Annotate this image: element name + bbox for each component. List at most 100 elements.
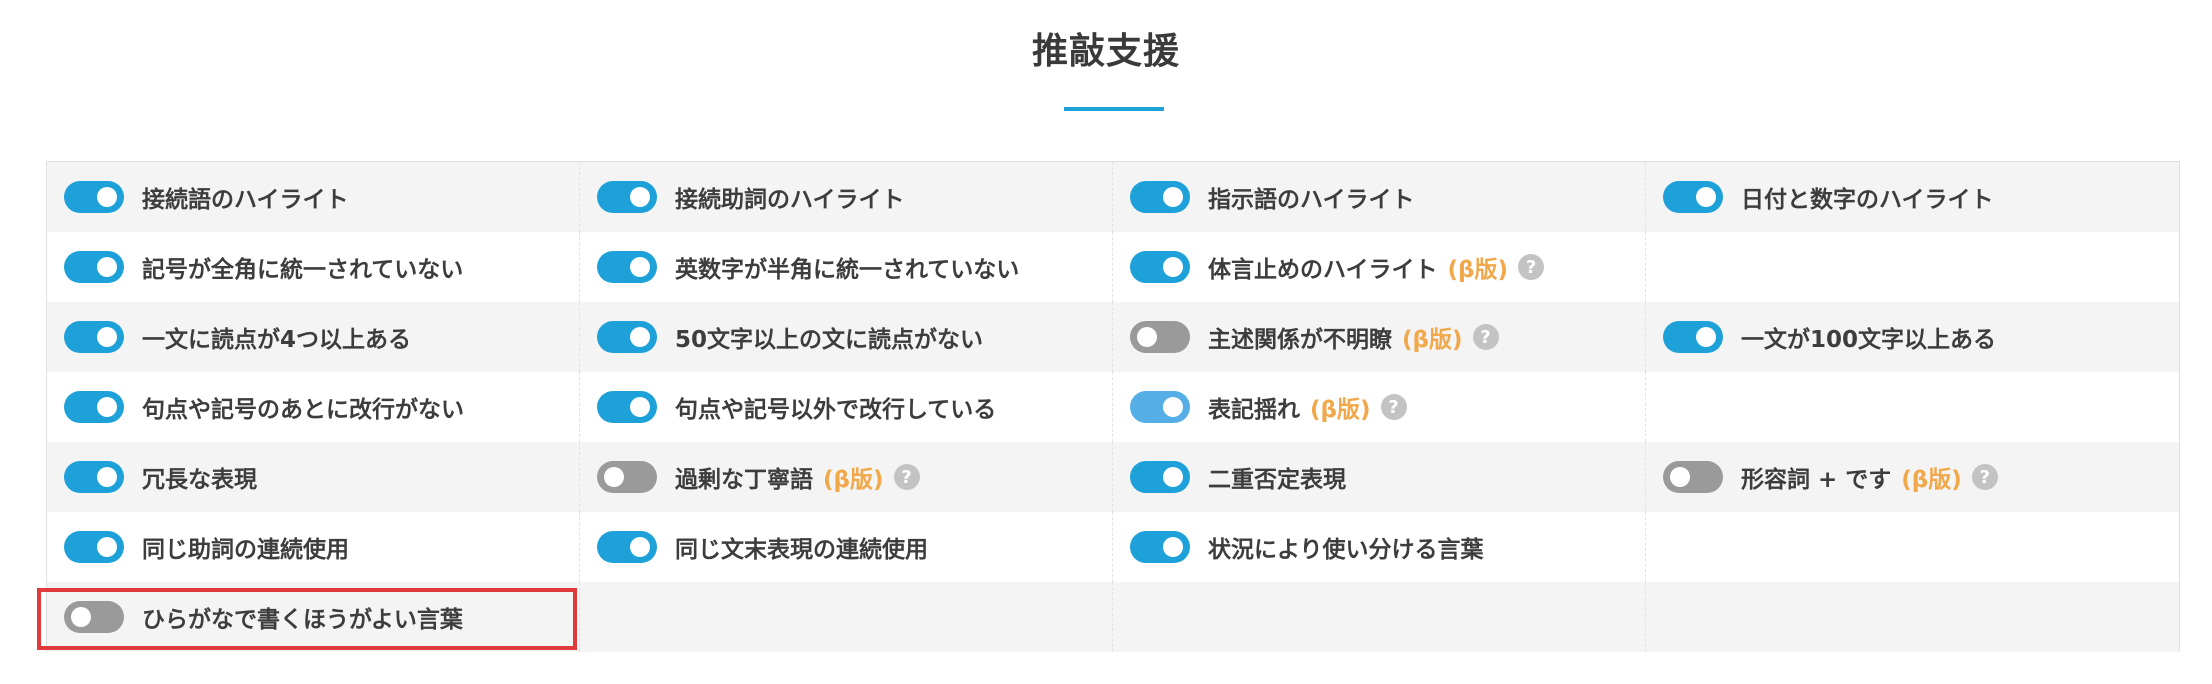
beta-badge: (β版)	[823, 467, 884, 493]
setting-item: 過剰な丁寧語 (β版)?	[580, 442, 1113, 512]
toggle-switch[interactable]	[64, 531, 124, 563]
empty-cell	[1646, 232, 2179, 302]
help-icon[interactable]: ?	[1971, 464, 1998, 490]
toggle-switch[interactable]	[597, 251, 657, 283]
setting-label: 主述関係が不明瞭	[1208, 327, 1392, 353]
empty-cell	[1646, 582, 2179, 652]
setting-item: 句点や記号以外で改行している	[580, 372, 1113, 442]
setting-label: 同じ助詞の連続使用	[142, 537, 349, 563]
setting-label: 句点や記号のあとに改行がない	[142, 397, 464, 423]
toggle-switch[interactable]	[1130, 391, 1190, 423]
setting-label: 体言止めのハイライト	[1208, 257, 1438, 283]
toggle-switch[interactable]	[597, 181, 657, 213]
toggle-knob	[97, 397, 117, 417]
toggle-knob	[630, 187, 650, 207]
beta-badge: (β版)	[1402, 327, 1463, 353]
toggle-knob	[97, 257, 117, 277]
setting-item: 句点や記号のあとに改行がない	[47, 372, 580, 442]
settings-row: 句点や記号のあとに改行がない 句点や記号以外で改行している 表記揺れ (β版)?	[47, 372, 2179, 442]
toggle-switch[interactable]	[1130, 531, 1190, 563]
help-icon[interactable]: ?	[1518, 254, 1545, 280]
toggle-switch[interactable]	[64, 181, 124, 213]
toggle-switch[interactable]	[597, 321, 657, 353]
setting-item: 英数字が半角に統一されていない	[580, 232, 1113, 302]
page-title: 推敲支援	[1031, 31, 1180, 72]
toggle-knob	[97, 467, 117, 487]
settings-row: 接続語のハイライト 接続助詞のハイライト 指示語のハイライト 日付と数字のハイライト	[47, 162, 2179, 232]
toggle-knob	[630, 537, 650, 557]
toggle-switch[interactable]	[64, 321, 124, 353]
setting-label: 接続助詞のハイライト	[675, 187, 905, 213]
settings-grid: 接続語のハイライト 接続助詞のハイライト 指示語のハイライト 日付と数字のハイライト記…	[46, 161, 2180, 652]
toggle-switch[interactable]	[597, 531, 657, 563]
toggle-knob	[1696, 327, 1716, 347]
setting-label: 記号が全角に統一されていない	[142, 257, 464, 283]
toggle-switch[interactable]	[64, 391, 124, 423]
title-underline	[1064, 107, 1164, 111]
help-icon[interactable]: ?	[1472, 324, 1499, 350]
selection-highlight	[37, 588, 577, 650]
setting-label: 状況により使い分ける言葉	[1208, 537, 1484, 563]
beta-badge: (β版)	[1310, 397, 1371, 423]
setting-item: 一文に読点が4つ以上ある	[47, 302, 580, 372]
setting-item: 記号が全角に統一されていない	[47, 232, 580, 302]
setting-item: 主述関係が不明瞭 (β版)?	[1113, 302, 1646, 372]
settings-row: 同じ助詞の連続使用 同じ文末表現の連続使用 状況により使い分ける言葉	[47, 512, 2179, 582]
toggle-knob	[630, 257, 650, 277]
setting-item: 日付と数字のハイライト	[1646, 162, 2179, 232]
setting-label: 50文字以上の文に読点がない	[675, 327, 984, 353]
toggle-switch[interactable]	[597, 461, 657, 493]
setting-item: 冗長な表現	[47, 442, 580, 512]
setting-label: 指示語のハイライト	[1208, 187, 1415, 213]
toggle-knob	[630, 397, 650, 417]
settings-row: 一文に読点が4つ以上ある 50文字以上の文に読点がない 主述関係が不明瞭 (β版)? 一…	[47, 302, 2179, 372]
toggle-knob	[97, 537, 117, 557]
help-icon[interactable]: ?	[1380, 394, 1407, 420]
setting-label: 二重否定表現	[1208, 467, 1346, 493]
settings-row: 冗長な表現 過剰な丁寧語 (β版)? 二重否定表現 形容詞 + です (β版)?	[47, 442, 2179, 512]
settings-row: 記号が全角に統一されていない 英数字が半角に統一されていない 体言止めのハイライト (…	[47, 232, 2179, 302]
toggle-switch[interactable]	[597, 391, 657, 423]
toggle-switch[interactable]	[1663, 181, 1723, 213]
toggle-knob	[97, 327, 117, 347]
toggle-knob	[1163, 467, 1183, 487]
setting-label: 表記揺れ	[1208, 397, 1300, 423]
toggle-knob	[1670, 467, 1690, 487]
help-icon[interactable]: ?	[893, 464, 920, 490]
empty-cell	[580, 582, 1113, 652]
setting-item: 接続語のハイライト	[47, 162, 580, 232]
setting-item: 同じ助詞の連続使用	[47, 512, 580, 582]
toggle-knob	[1163, 257, 1183, 277]
empty-cell	[1113, 582, 1646, 652]
empty-cell	[1646, 512, 2179, 582]
toggle-switch[interactable]	[64, 251, 124, 283]
toggle-knob	[1696, 187, 1716, 207]
toggle-knob	[1163, 537, 1183, 557]
toggle-knob	[604, 467, 624, 487]
toggle-knob	[1137, 327, 1157, 347]
beta-badge: (β版)	[1901, 467, 1962, 493]
setting-item: 状況により使い分ける言葉	[1113, 512, 1646, 582]
toggle-switch[interactable]	[1130, 461, 1190, 493]
setting-label: 同じ文末表現の連続使用	[675, 537, 928, 563]
setting-item: 同じ文末表現の連続使用	[580, 512, 1113, 582]
setting-label: 過剰な丁寧語	[675, 467, 813, 493]
toggle-knob	[1163, 187, 1183, 207]
toggle-switch[interactable]	[64, 461, 124, 493]
setting-label: 冗長な表現	[142, 467, 257, 493]
toggle-switch[interactable]	[1130, 251, 1190, 283]
toggle-switch[interactable]	[1130, 321, 1190, 353]
setting-label: 一文が100文字以上ある	[1741, 327, 1997, 353]
toggle-switch[interactable]	[1663, 461, 1723, 493]
toggle-switch[interactable]	[1663, 321, 1723, 353]
setting-item: 接続助詞のハイライト	[580, 162, 1113, 232]
setting-label: 接続語のハイライト	[142, 187, 349, 213]
setting-item: 形容詞 + です (β版)?	[1646, 442, 2179, 512]
setting-item: 二重否定表現	[1113, 442, 1646, 512]
toggle-knob	[1163, 397, 1183, 417]
beta-badge: (β版)	[1447, 257, 1509, 283]
setting-item: 指示語のハイライト	[1113, 162, 1646, 232]
toggle-switch[interactable]	[1130, 181, 1190, 213]
setting-label: 句点や記号以外で改行している	[675, 397, 997, 423]
setting-item: 体言止めのハイライト (β版)?	[1113, 232, 1646, 302]
